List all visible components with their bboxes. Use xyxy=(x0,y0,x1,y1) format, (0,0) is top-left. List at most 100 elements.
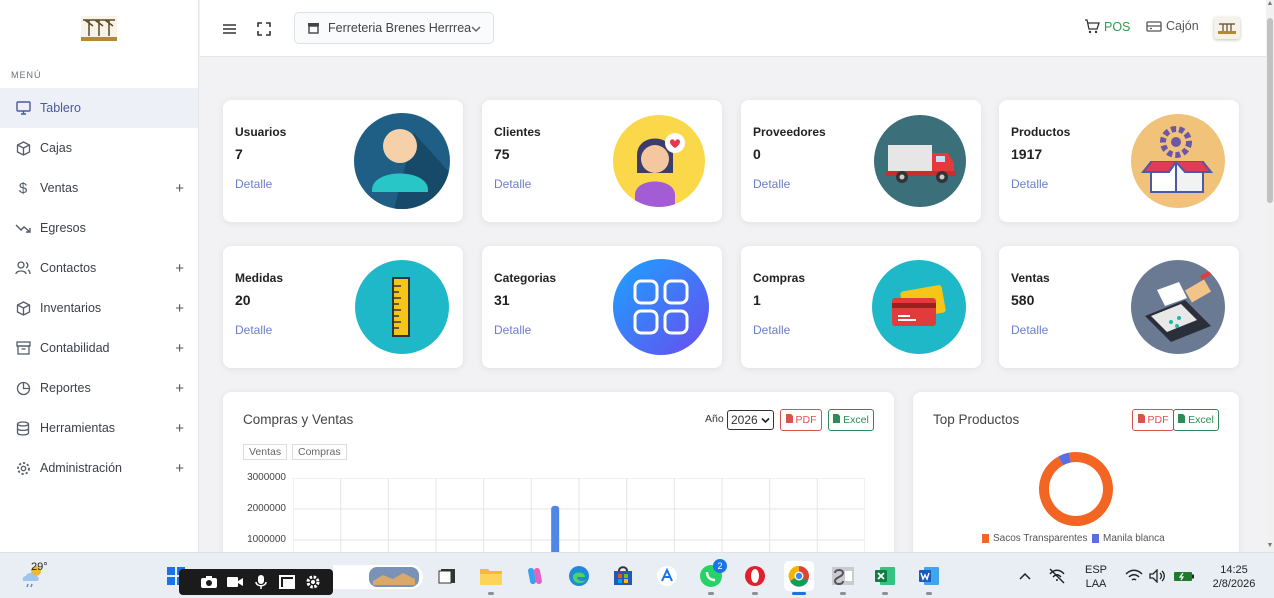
expand-plus-icon[interactable]: + xyxy=(175,380,184,397)
keyboard-layout: LAA xyxy=(1085,578,1107,590)
windows-taskbar: 29° 2 ESP LAA 14:25 2/8/2026 xyxy=(0,552,1274,598)
clock[interactable]: 14:25 2/8/2026 xyxy=(1202,563,1266,591)
legend-manila[interactable]: Manila blanca xyxy=(1092,533,1165,544)
hamburger-menu-icon[interactable] xyxy=(220,20,238,38)
sales-pdf-button[interactable]: PDF xyxy=(780,409,822,431)
sidebar-item-cajas[interactable]: Cajas xyxy=(0,128,198,168)
volume-icon[interactable] xyxy=(1148,563,1168,589)
monitor-icon xyxy=(15,100,31,116)
box-icon xyxy=(15,300,31,316)
card-title: Usuarios xyxy=(235,125,287,139)
camera-icon[interactable] xyxy=(199,573,219,591)
sidebar-item-label: Administración xyxy=(40,461,122,475)
card-detail-link[interactable]: Detalle xyxy=(235,177,272,191)
pos-label: POS xyxy=(1104,19,1131,34)
cajon-button[interactable]: Cajón xyxy=(1146,19,1199,33)
user-avatar[interactable] xyxy=(1214,17,1240,39)
sidebar-item-reportes[interactable]: Reportes + xyxy=(0,368,198,408)
company-logo[interactable] xyxy=(0,0,198,58)
page-scrollbar[interactable]: ▲ ▼ xyxy=(1266,0,1274,552)
expand-plus-icon[interactable]: + xyxy=(175,460,184,477)
legend-sacos[interactable]: Sacos Transparentes xyxy=(982,533,1088,544)
sidebar-item-label: Egresos xyxy=(40,221,86,235)
top-panel-title: Top Productos xyxy=(933,412,1020,427)
scrollbar-thumb[interactable] xyxy=(1267,18,1273,203)
donut-slice-1[interactable] xyxy=(1039,452,1113,526)
card-detail-link[interactable]: Detalle xyxy=(494,177,531,191)
card-productos: Productos 1917 Detalle xyxy=(999,100,1239,222)
word-icon[interactable] xyxy=(916,563,942,595)
card-title: Medidas xyxy=(235,271,284,285)
card-categorias: Categorias 31 Detalle xyxy=(482,246,722,368)
expand-plus-icon[interactable]: + xyxy=(175,420,184,437)
card-ventas: Ventas 580 Detalle xyxy=(999,246,1239,368)
card-detail-link[interactable]: Detalle xyxy=(753,323,790,337)
legend-swatch xyxy=(982,534,989,543)
card-value: 0 xyxy=(753,146,761,162)
top-pdf-button[interactable]: PDF xyxy=(1132,409,1174,431)
scroll-down-icon[interactable]: ▼ xyxy=(1266,542,1274,550)
chevron-up-icon[interactable] xyxy=(1016,563,1034,589)
edge-icon[interactable] xyxy=(566,563,592,589)
sidebar-item-tablero[interactable]: Tablero xyxy=(0,88,198,128)
dollar-icon: $ xyxy=(18,179,28,197)
battery-charging-icon[interactable] xyxy=(1172,563,1196,589)
card-value: 1917 xyxy=(1011,146,1043,162)
expand-plus-icon[interactable]: + xyxy=(175,340,184,357)
copilot-icon[interactable] xyxy=(522,563,548,589)
translate-icon[interactable] xyxy=(654,563,680,589)
excel-file-icon xyxy=(1178,414,1186,426)
whatsapp-icon[interactable]: 2 xyxy=(698,559,727,595)
sales-excel-button[interactable]: Excel xyxy=(828,409,874,431)
legend-compras[interactable]: Compras xyxy=(292,444,347,460)
expand-plus-icon[interactable]: + xyxy=(175,180,184,197)
card-proveedores: Proveedores 0 Detalle xyxy=(741,100,981,222)
store-selector[interactable]: Ferreteria Brenes Herrrea xyxy=(294,12,494,44)
cash-register-icon xyxy=(1146,20,1162,33)
sidebar-item-contabilidad[interactable]: Contabilidad + xyxy=(0,328,198,368)
card-detail-link[interactable]: Detalle xyxy=(1011,323,1048,337)
card-detail-link[interactable]: Detalle xyxy=(235,323,272,337)
top-excel-button[interactable]: Excel xyxy=(1173,409,1219,431)
sidebar-item-administracion[interactable]: Administración + xyxy=(0,448,198,488)
file-explorer-icon[interactable] xyxy=(478,563,504,595)
taskbar-search[interactable] xyxy=(333,565,423,589)
ruler-icon xyxy=(355,260,449,354)
opera-icon[interactable] xyxy=(742,563,768,595)
settings-gear-icon[interactable] xyxy=(303,573,323,591)
sidebar-item-ventas[interactable]: $ Ventas + xyxy=(0,168,198,208)
scroll-up-icon[interactable]: ▲ xyxy=(1266,0,1274,8)
card-detail-link[interactable]: Detalle xyxy=(1011,177,1048,191)
store-icon[interactable] xyxy=(610,563,636,589)
categories-grid-icon xyxy=(613,259,709,355)
sidebar-item-egresos[interactable]: Egresos xyxy=(0,208,198,248)
chrome-icon[interactable] xyxy=(784,561,814,595)
network-disconnected-icon[interactable] xyxy=(1046,563,1068,589)
language-indicator[interactable]: ESP LAA xyxy=(1080,563,1112,591)
store-name: Ferreteria Brenes Herrrea xyxy=(328,21,472,35)
expand-plus-icon[interactable]: + xyxy=(175,300,184,317)
sidebar-item-contactos[interactable]: Contactos + xyxy=(0,248,198,288)
year-select[interactable]: 2026 xyxy=(727,410,774,430)
donut-slice-2[interactable] xyxy=(1058,452,1072,466)
sidebar-item-herramientas[interactable]: Herramientas + xyxy=(0,408,198,448)
gear-icon xyxy=(15,460,31,476)
legend-ventas[interactable]: Ventas xyxy=(243,444,288,460)
window-overlay-icon[interactable] xyxy=(277,573,297,591)
sidebar-item-inventarios[interactable]: Inventarios + xyxy=(0,288,198,328)
microphone-icon[interactable] xyxy=(251,573,271,591)
expand-plus-icon[interactable]: + xyxy=(175,260,184,277)
task-view-icon[interactable] xyxy=(434,563,460,589)
video-camera-icon[interactable] xyxy=(225,573,245,591)
excel-icon[interactable] xyxy=(872,563,898,595)
excel-label: Excel xyxy=(843,414,869,426)
whatsapp-badge: 2 xyxy=(713,559,727,573)
running-indicator xyxy=(708,592,714,595)
pos-button[interactable]: POS xyxy=(1084,19,1130,34)
card-detail-link[interactable]: Detalle xyxy=(753,177,790,191)
year-label: Año xyxy=(705,413,724,425)
fullscreen-icon[interactable] xyxy=(255,20,273,38)
wifi-icon[interactable] xyxy=(1124,563,1144,589)
card-detail-link[interactable]: Detalle xyxy=(494,323,531,337)
sql-icon[interactable] xyxy=(830,563,856,595)
